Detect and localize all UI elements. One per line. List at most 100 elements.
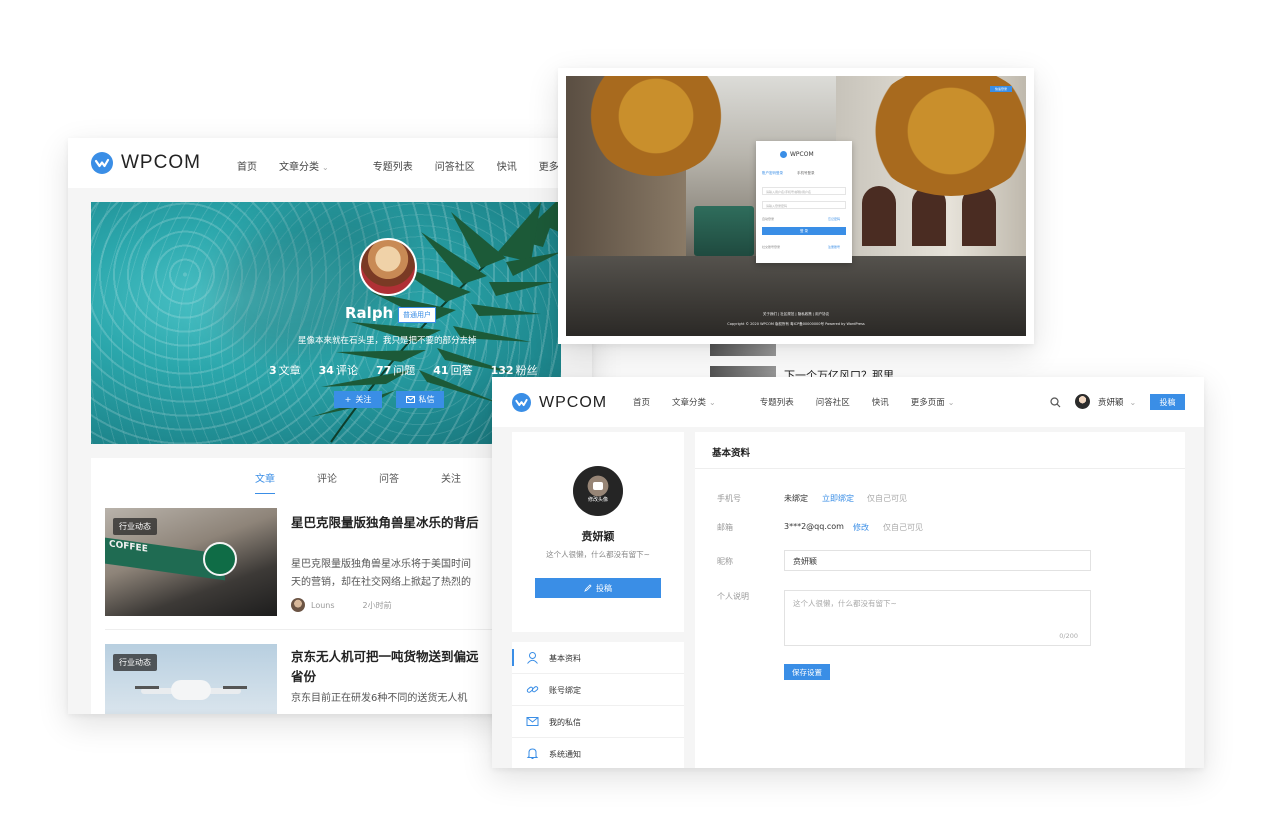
menu-item-account-binding[interactable]: 账号绑定 [512,674,684,706]
nav-item-categories[interactable]: 文章分类 ⌄ [672,396,738,408]
logo[interactable]: WPCOM [91,152,201,174]
category-tag[interactable]: 行业动态 [113,654,157,671]
avatar-overlay [573,466,623,516]
camera-icon [593,482,603,490]
stat-comments[interactable]: 34 评论 [319,362,358,378]
user-menu[interactable]: 贲妍颖 ⌄ [1098,396,1136,408]
nav-item-categories[interactable]: 文章分类 ⌄ [279,158,351,173]
stat-label: 评论 [335,364,358,377]
article-title[interactable]: 京东无人机可把一吨货物送到偏远 [291,646,479,665]
chevron-down-icon: ⌄ [709,398,716,407]
footer-copyright: Copyright © 2020 WPCOM 版权所有 粤ICP备0000000… [727,322,865,326]
article-title[interactable]: 星巴克限量版独角兽星冰乐的背后 [291,512,479,531]
profile-avatar[interactable] [359,238,417,296]
category-tag[interactable]: 行业动态 [113,518,157,535]
article-title-line2[interactable]: 省份 [291,666,316,685]
message-button[interactable]: 私信 [396,391,444,408]
tab-comments[interactable]: 评论 [317,470,337,485]
avatar-upload[interactable]: 修改头像 [573,466,623,516]
plus-icon: + [344,395,352,404]
stat-label: 文章 [278,364,301,377]
password-input[interactable]: 请输入登录密码 [762,201,846,209]
email-value: 3***2@qq.com [784,522,844,531]
footer-links[interactable]: 关于我们 | 社区规范 | 隐私政策 | 用户协议 [566,312,1026,317]
settings-menu: 基本资料 账号绑定 我的私信 系统通知 [512,642,684,768]
description-placeholder: 这个人很懒，什么都没有留下~ [793,599,897,608]
background-photo: 快速登录 WPCOM 账户密码登录 手机号登录 请输入用户名/手机号/邮箱/用户名… [566,76,1026,336]
forgot-password-link[interactable]: 忘记密码 [828,217,840,221]
post-label: 投稿 [596,583,612,593]
propeller [223,686,247,689]
starbucks-sign-icon [203,542,237,576]
profile-navbar: WPCOM 首页 文章分类 ⌄ 专题列表 问答社区 快讯 更多页 [68,138,592,188]
mail-icon [526,717,539,726]
post-button[interactable]: 投稿 [1150,394,1185,410]
email-visibility: 仅自己可见 [883,523,923,532]
propeller [135,686,159,689]
description-textarea[interactable]: 这个人很懒，什么都没有留下~ 0/200 [784,590,1091,646]
nav-item-home[interactable]: 首页 [633,396,650,408]
user-card: 修改头像 贲妍颖 这个人很懒，什么都没有留下~ 投稿 [512,432,684,632]
email-label: 邮箱 [717,523,733,532]
tab-following[interactable]: 关注 [441,470,461,485]
login-button[interactable]: 登 录 [762,227,846,235]
nav-item-label: 文章分类 [672,398,707,408]
stat-questions[interactable]: 77 问题 [376,362,415,378]
pen-icon [584,584,592,592]
user-avatar[interactable] [1075,394,1090,409]
nav-item-qa[interactable]: 问答社区 [435,158,475,173]
stat-followers[interactable]: 132 粉丝 [491,362,538,378]
logo[interactable]: WPCOM [512,393,607,412]
menu-item-basic-info[interactable]: 基本资料 [512,642,684,674]
nickname-input[interactable]: 贲妍颖 [784,550,1091,571]
settings-main: 基本资料 手机号 未绑定 立即绑定 仅自己可见 邮箱 3***2@qq.com … [695,432,1185,768]
settings-page-window: WPCOM 首页 文章分类 ⌄ 专题列表 问答社区 快讯 更多页面 ⌄ 贲妍颖 ⌄ 投… [492,377,1204,768]
nav-item-topics[interactable]: 专题列表 [373,158,413,173]
message-label: 私信 [418,395,435,404]
chevron-down-icon: ⌄ [947,398,955,407]
username-input[interactable]: 请输入用户名/手机号/邮箱/用户名 [762,187,846,195]
logo-text: WPCOM [790,151,814,158]
nav-item-topics[interactable]: 专题列表 [760,396,794,408]
tab-articles[interactable]: 文章 [255,470,275,495]
wpcom-logo-icon [780,151,787,158]
save-button[interactable]: 保存设置 [784,664,830,680]
nav-item-news[interactable]: 快讯 [497,158,517,173]
menu-item-messages[interactable]: 我的私信 [512,706,684,738]
profile-bio: 星像本来就在石头里，我只是把不要的部分去掉 [298,336,477,346]
follow-label: 关注 [355,395,372,404]
chevron-down-icon: ⌄ [1129,398,1137,407]
article-thumbnail[interactable]: COFFEE 行业动态 [105,508,277,616]
article-excerpt-line: 星巴克限量版独角兽星冰乐将于美国时间 [291,559,471,570]
author-name[interactable]: Louns [311,601,335,610]
nav-item-more[interactable]: 更多页面 ⌄ [911,396,977,408]
wpcom-logo-icon [512,393,531,412]
post-article-button[interactable]: 投稿 [535,578,661,598]
avatar-caption: 修改头像 [587,497,608,503]
follow-button[interactable]: + 关注 [334,391,382,408]
main-nav: 首页 文章分类 ⌄ 专题列表 问答社区 快讯 更多页 [237,158,591,173]
tab-qa[interactable]: 问答 [379,470,399,485]
tab-password-login[interactable]: 账户密码登录 [762,171,783,175]
remember-checkbox[interactable]: 自动登录 [762,217,774,221]
bind-phone-link[interactable]: 立即绑定 [822,493,854,504]
article-thumbnail[interactable]: 行业动态 [105,644,277,714]
arch-window [962,186,996,246]
nav-item-home[interactable]: 首页 [237,158,257,173]
register-link[interactable]: 注册账号 [828,245,840,249]
menu-item-notifications[interactable]: 系统通知 [512,738,684,768]
nav-item-qa[interactable]: 问答社区 [816,396,850,408]
search-icon[interactable] [1050,397,1061,408]
stat-num: 41 [433,364,449,377]
article-list: COFFEE 行业动态 星巴克限量版独角兽星冰乐的背后 星巴克限量版独角兽星冰乐… [91,494,561,714]
profile-cover: Ralph 普通用户 星像本来就在石头里，我只是把不要的部分去掉 3 文章 34 评… [91,202,561,444]
edit-email-link[interactable]: 修改 [853,522,869,533]
social-login-label: 社交账号登录 [762,245,781,249]
stat-answers[interactable]: 41 回答 [433,362,472,378]
user-level-badge: 普通用户 [398,307,436,323]
nav-item-news[interactable]: 快讯 [872,396,889,408]
quick-login-chip[interactable]: 快速登录 [990,86,1012,92]
author-avatar[interactable] [291,598,305,612]
tab-phone-login[interactable]: 手机号登录 [797,171,815,175]
stat-articles[interactable]: 3 文章 [269,362,301,378]
